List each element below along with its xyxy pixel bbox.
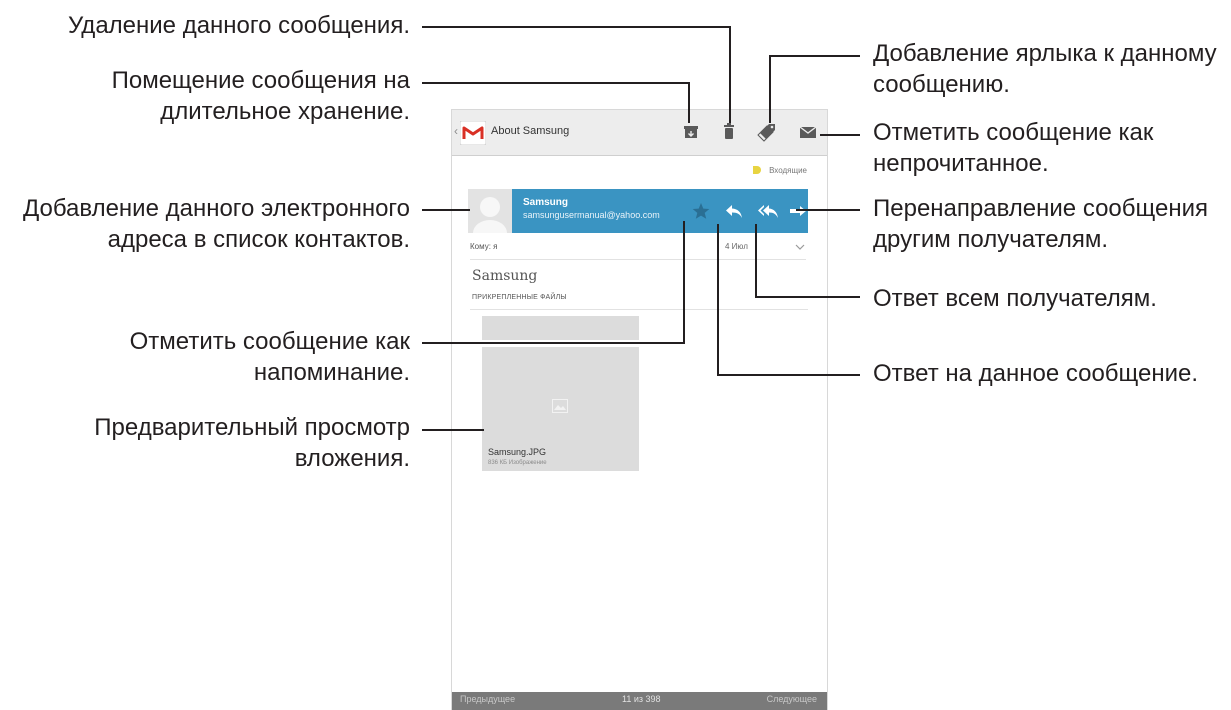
message-subject: Samsung bbox=[472, 268, 538, 284]
message-date: 4 Июл bbox=[725, 242, 748, 251]
label-name: Входящие bbox=[769, 166, 807, 175]
callout-mark-unread: Отметить сообщение как непрочитанное. bbox=[873, 117, 1153, 179]
callout-delete-text: Удаление данного сообщения. bbox=[67, 12, 410, 39]
callout-forward-line-1: Перенаправление сообщения bbox=[873, 195, 1209, 222]
attachment-meta: 836 КБ Изображение bbox=[488, 460, 547, 466]
mark-unread-envelope-icon[interactable] bbox=[797, 121, 819, 143]
callout-add-label-line-1: Добавление ярлыка к данному bbox=[873, 40, 1217, 67]
connector-delete bbox=[422, 26, 731, 123]
reply-all-icon[interactable] bbox=[756, 199, 780, 223]
back-chevron-icon[interactable]: ‹ bbox=[454, 124, 458, 138]
avatar[interactable] bbox=[468, 189, 512, 233]
callout-reminder-line-1: Отметить сообщение как bbox=[129, 328, 410, 355]
callout-reply-all-text: Ответ всем получателям. bbox=[873, 285, 1157, 312]
callout-archive: Помещение сообщения на длительное хранен… bbox=[112, 65, 410, 127]
contact-silhouette-icon bbox=[468, 189, 512, 233]
image-placeholder-icon bbox=[552, 399, 568, 413]
email-screen: ‹ About Samsung Входящие Samsung samsung… bbox=[452, 110, 827, 710]
bottom-navigation-bar: Предыдущее 11 из 398 Следующее bbox=[452, 692, 827, 710]
attachment-preview[interactable]: Samsung.JPG 836 КБ Изображение bbox=[482, 347, 639, 471]
divider bbox=[470, 309, 808, 310]
label-row[interactable]: Входящие bbox=[753, 166, 807, 175]
sender-bar: Samsung samsungusermanual@yahoo.com bbox=[468, 189, 808, 233]
callout-add-label: Добавление ярлыка к данному сообщению. bbox=[873, 38, 1217, 100]
attachment-file-name: Samsung.JPG bbox=[488, 447, 547, 457]
sender-name: Samsung bbox=[523, 197, 569, 208]
to-label: Кому: я bbox=[470, 242, 498, 251]
label-tag-icon[interactable] bbox=[756, 121, 778, 143]
callout-forward: Перенаправление сообщения другим получат… bbox=[873, 193, 1208, 255]
attachment-strip bbox=[482, 316, 639, 340]
action-bar: ‹ About Samsung bbox=[452, 110, 827, 156]
callout-add-label-line-2: сообщению. bbox=[873, 71, 1010, 98]
callout-reply: Ответ на данное сообщение. bbox=[873, 358, 1198, 389]
callout-reminder-line-2: напоминание. bbox=[253, 359, 410, 386]
attachments-header: ПРИКРЕПЛЕННЫЕ ФАЙЛЫ bbox=[472, 294, 567, 301]
star-icon[interactable] bbox=[689, 199, 713, 223]
callout-forward-line-2: другим получателям. bbox=[873, 226, 1108, 253]
callout-add-contact-line-1: Добавление данного электронного bbox=[22, 195, 410, 222]
label-tag-marker bbox=[753, 166, 762, 174]
forward-icon[interactable] bbox=[786, 199, 810, 223]
callout-archive-line-1: Помещение сообщения на bbox=[111, 67, 410, 94]
callout-reminder: Отметить сообщение как напоминание. bbox=[130, 326, 410, 388]
app-title: About Samsung bbox=[491, 125, 570, 137]
callout-add-contact: Добавление данного электронного адреса в… bbox=[23, 193, 410, 255]
callout-mark-unread-line-2: непрочитанное. bbox=[873, 150, 1049, 177]
callout-archive-line-2: длительное хранение. bbox=[160, 98, 410, 125]
callout-preview: Предварительный просмотр вложения. bbox=[94, 412, 410, 474]
recipient-row[interactable]: Кому: я 4 Июл bbox=[470, 235, 806, 260]
callout-add-contact-line-2: адреса в список контактов. bbox=[107, 226, 410, 253]
chevron-down-icon[interactable] bbox=[794, 241, 806, 253]
sender-email: samsungusermanual@yahoo.com bbox=[523, 210, 660, 220]
archive-icon[interactable] bbox=[680, 121, 702, 143]
callout-preview-line-1: Предварительный просмотр bbox=[94, 414, 410, 441]
callout-reply-text: Ответ на данное сообщение. bbox=[873, 360, 1199, 387]
gmail-logo-icon[interactable] bbox=[460, 121, 486, 145]
reply-icon[interactable] bbox=[722, 199, 746, 223]
callout-delete: Удаление данного сообщения. bbox=[68, 10, 410, 41]
callout-reply-all: Ответ всем получателям. bbox=[873, 283, 1157, 314]
trash-icon[interactable] bbox=[718, 121, 740, 143]
callout-mark-unread-line-1: Отметить сообщение как bbox=[873, 119, 1154, 146]
callout-preview-line-2: вложения. bbox=[294, 445, 410, 472]
